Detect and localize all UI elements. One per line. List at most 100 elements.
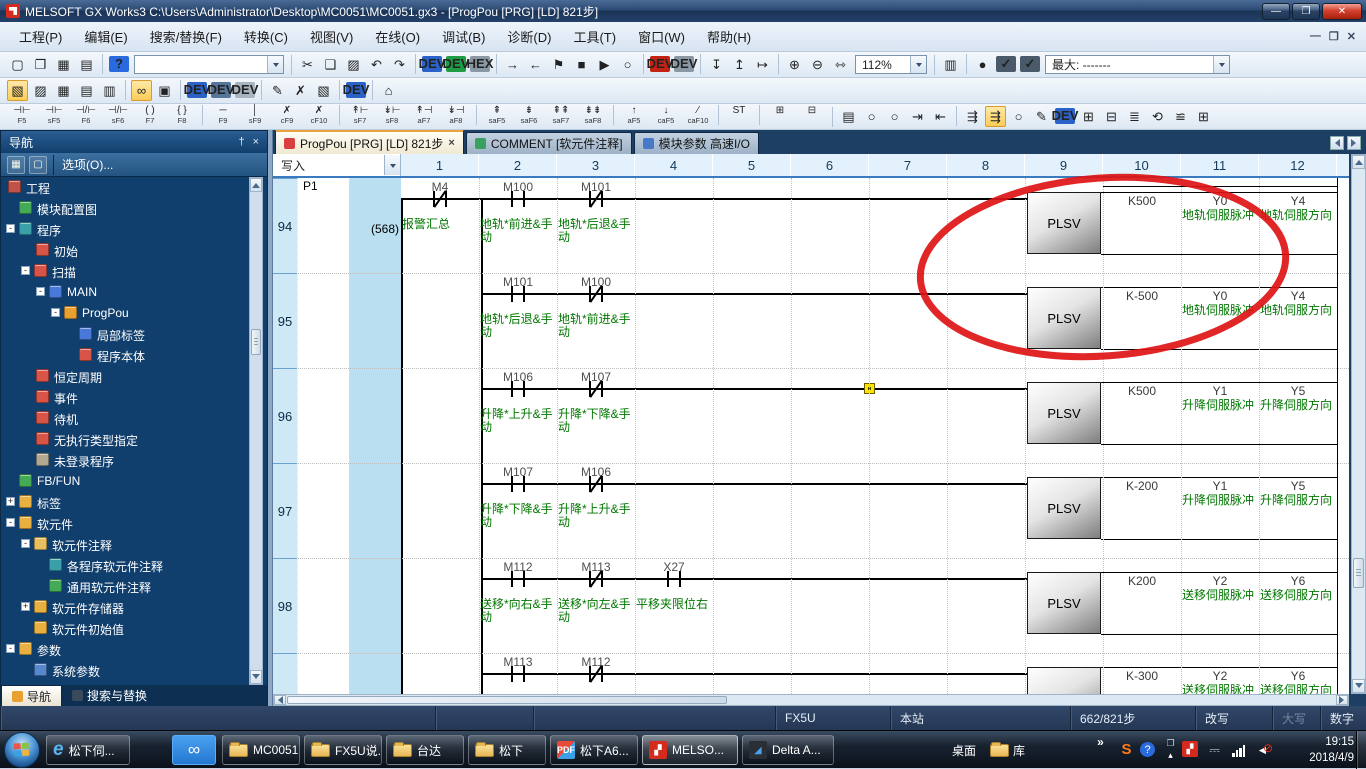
- contact[interactable]: [445, 191, 447, 207]
- tree-item[interactable]: FB/FUN: [1, 471, 249, 492]
- tray-chevron-icon[interactable]: »: [1092, 733, 1109, 750]
- tree-item[interactable]: -扫描: [1, 261, 249, 282]
- tree-item[interactable]: -软元件: [1, 513, 249, 534]
- contact[interactable]: [523, 191, 525, 207]
- tree-item[interactable]: -软元件注释: [1, 534, 249, 555]
- menu-item[interactable]: 搜索/替换(F): [139, 26, 233, 49]
- check1-icon[interactable]: ✓: [996, 56, 1016, 72]
- tree-item[interactable]: 初始: [1, 240, 249, 261]
- fit-width-icon[interactable]: ⇿: [830, 54, 851, 75]
- contact[interactable]: [523, 381, 525, 397]
- align-icon[interactable]: ≣: [1124, 106, 1145, 127]
- ladder-symbol-button[interactable]: ─F9: [208, 105, 238, 129]
- tree-item[interactable]: 待机: [1, 408, 249, 429]
- contact[interactable]: [511, 666, 513, 682]
- ladder-symbol-button[interactable]: ⇞saF5: [482, 105, 512, 129]
- power-plug-icon[interactable]: ⎓: [1206, 741, 1223, 758]
- menu-item[interactable]: 诊断(D): [496, 26, 562, 49]
- restore-button[interactable]: ❐: [1292, 3, 1320, 20]
- read-plc-icon[interactable]: ←: [525, 54, 546, 75]
- dev-grid-icon[interactable]: DEV: [211, 82, 231, 98]
- tree-item[interactable]: 通用软元件注释: [1, 576, 249, 597]
- tool-dim-icon[interactable]: ▧: [313, 80, 334, 101]
- tree-item[interactable]: -MAIN: [1, 282, 249, 303]
- hex-icon[interactable]: HEX: [470, 56, 490, 72]
- tab-scroll-right-icon[interactable]: [1347, 136, 1361, 150]
- menu-item[interactable]: 转换(C): [233, 26, 299, 49]
- prev-icon[interactable]: ⇤: [930, 106, 951, 127]
- tree-expander-icon[interactable]: -: [21, 539, 30, 548]
- find-window-icon[interactable]: ∞: [131, 80, 152, 101]
- ladder-symbol-button[interactable]: ↓caF5: [651, 105, 681, 129]
- write-plc-icon[interactable]: →: [502, 54, 523, 75]
- tree-item[interactable]: -程序: [1, 219, 249, 240]
- mdi-minimize-button[interactable]: —: [1310, 30, 1321, 43]
- find-edit-icon[interactable]: ✎: [1031, 106, 1052, 127]
- insert-row-icon[interactable]: ⊞: [1078, 106, 1099, 127]
- dev-search-icon[interactable]: DEV: [1055, 108, 1075, 124]
- tree-item[interactable]: -参数: [1, 639, 249, 660]
- cut-icon[interactable]: ✂: [297, 54, 318, 75]
- library-toolbar-label[interactable]: 库: [1013, 742, 1025, 759]
- menu-item[interactable]: 工具(T): [562, 26, 627, 49]
- contact[interactable]: [679, 571, 681, 587]
- justify-icon[interactable]: ≌: [1170, 106, 1191, 127]
- write-mode-arrow-icon[interactable]: [384, 155, 400, 175]
- help-tray-icon[interactable]: ?: [1140, 742, 1155, 757]
- tab-comment[interactable]: COMMENT [软元件注释]: [466, 132, 632, 154]
- print-icon[interactable]: ▤: [76, 54, 97, 75]
- contact[interactable]: [523, 476, 525, 492]
- taskbar-baidu-netdisk-button[interactable]: ∞: [172, 735, 216, 765]
- find-red-icon[interactable]: ○: [1008, 106, 1029, 127]
- tab-close-icon[interactable]: ×: [448, 137, 454, 149]
- taskbar-pdf-button[interactable]: PDF 松下A6...: [550, 735, 638, 765]
- ladder-symbol-button[interactable]: ⇟saF6: [514, 105, 544, 129]
- tree-item[interactable]: 模块配置图: [1, 198, 249, 219]
- tree-item[interactable]: +软元件存储器: [1, 597, 249, 618]
- ladder-symbol-button[interactable]: ⊣/⊢F6: [71, 105, 101, 129]
- tree-expander-icon[interactable]: -: [21, 266, 30, 275]
- contact[interactable]: [511, 191, 513, 207]
- ladder-symbol-button[interactable]: ⇟⇟saF8: [578, 105, 608, 129]
- dev-eye-icon[interactable]: DEV: [346, 82, 366, 98]
- taskbar-folder-songxia[interactable]: 松下: [468, 735, 546, 765]
- undo-icon[interactable]: ↶: [366, 54, 387, 75]
- ladder-symbol-button[interactable]: ↑aF5: [619, 105, 649, 129]
- close-button[interactable]: ✕: [1322, 3, 1362, 20]
- io-check-icon[interactable]: ✗: [290, 80, 311, 101]
- menu-item[interactable]: 在线(O): [364, 26, 431, 49]
- statement-edit-icon[interactable]: ▤: [838, 106, 859, 127]
- menu-item[interactable]: 视图(V): [299, 26, 364, 49]
- tab-scroll-left-icon[interactable]: [1330, 136, 1344, 150]
- tree-item[interactable]: 程序本体: [1, 345, 249, 366]
- options-button[interactable]: 选项(O)...: [58, 156, 113, 173]
- nav-window-icon[interactable]: ▧: [7, 80, 28, 101]
- tree-item[interactable]: 无执行类型指定: [1, 429, 249, 450]
- start-monitor-icon[interactable]: ▶: [594, 54, 615, 75]
- ladder-symbol-button[interactable]: ✗cF9: [272, 105, 302, 129]
- start-button[interactable]: [4, 732, 40, 768]
- list-icon[interactable]: ▥: [99, 80, 120, 101]
- save-icon[interactable]: ▦: [53, 54, 74, 75]
- tree-item[interactable]: 恒定周期: [1, 366, 249, 387]
- contact[interactable]: [511, 381, 513, 397]
- zoom-combo-arrow-icon[interactable]: [910, 56, 926, 73]
- taskbar-delta-button[interactable]: ◢ Delta A...: [742, 735, 834, 765]
- tree-item[interactable]: 局部标签: [1, 324, 249, 345]
- contact[interactable]: [511, 286, 513, 302]
- verify-icon[interactable]: ⚑: [548, 54, 569, 75]
- redo-icon[interactable]: ↷: [389, 54, 410, 75]
- help-icon[interactable]: ?: [109, 56, 129, 72]
- tree-expander-icon[interactable]: -: [6, 224, 15, 233]
- melsoft-tray-icon[interactable]: ▞: [1182, 741, 1198, 757]
- network-signal-icon[interactable]: [1232, 745, 1246, 757]
- tree-item[interactable]: 工程: [1, 177, 249, 198]
- contact[interactable]: [667, 571, 669, 587]
- combo-arrow-icon[interactable]: [267, 56, 283, 73]
- wire-edit-icon[interactable]: ⇶: [985, 106, 1006, 127]
- check2-icon[interactable]: ✓: [1020, 56, 1040, 72]
- plsv-block[interactable]: PLSV: [1027, 572, 1101, 634]
- delete-row-icon[interactable]: ⊟: [1101, 106, 1122, 127]
- result-window-icon[interactable]: ▣: [154, 80, 175, 101]
- tree-item[interactable]: 事件: [1, 387, 249, 408]
